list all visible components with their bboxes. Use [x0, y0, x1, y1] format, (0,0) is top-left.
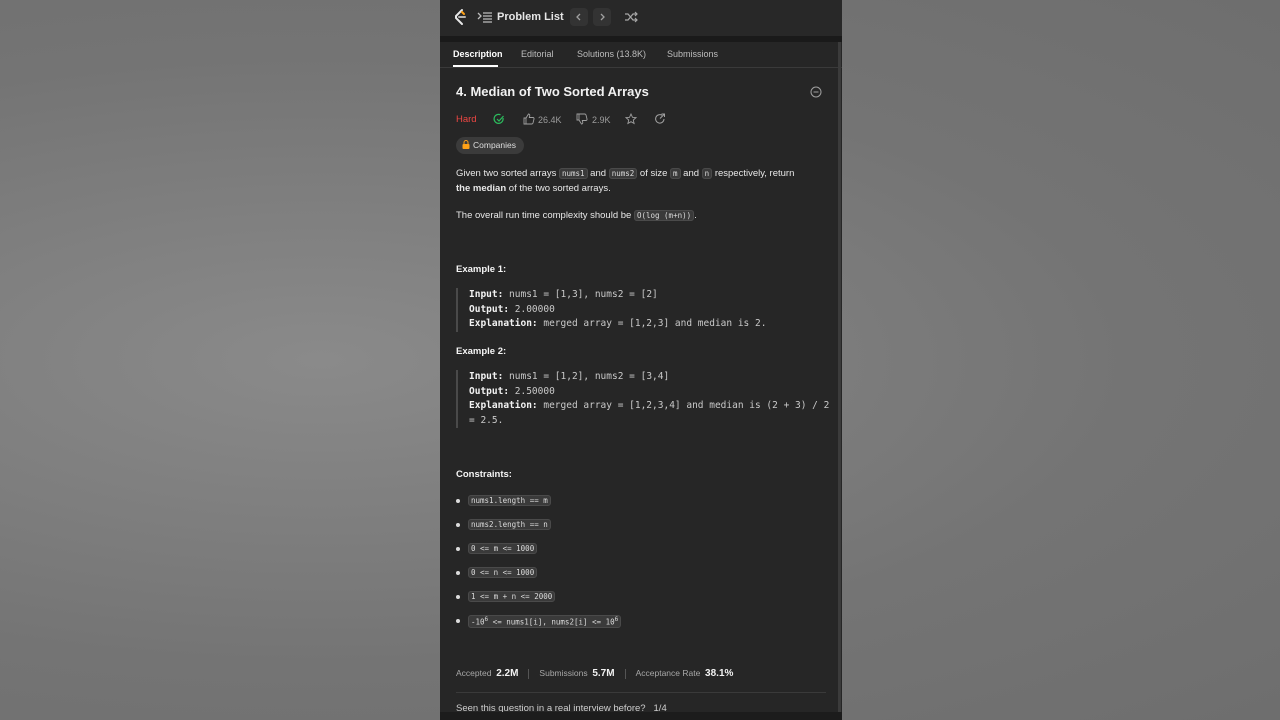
difficulty-badge: Hard [456, 114, 477, 125]
desc-text: of size [637, 168, 671, 179]
dislikes-count: 2.9K [592, 115, 611, 125]
tab-bar: Description Editorial Solutions (13.8K) … [440, 42, 842, 68]
constraints-heading: Constraints: [456, 469, 512, 480]
problem-list-link[interactable]: Problem List [497, 11, 564, 23]
example-2-block: Input: nums1 = [1,2], nums2 = [3,4] Outp… [456, 370, 839, 428]
constraint-text: <= nums1[i], nums2[i] <= 10 [488, 617, 615, 627]
bottom-bar [440, 712, 842, 720]
chevron-right-icon [600, 13, 605, 21]
problem-description: Given two sorted arrays nums1 and nums2 … [456, 166, 826, 196]
list-icon[interactable] [477, 9, 493, 25]
accepted-value: 2.2M [496, 668, 519, 679]
desc-text: and [680, 168, 702, 179]
output-value: 2.00000 [509, 303, 555, 315]
scrollbar[interactable] [838, 42, 841, 712]
inline-code: nums1 [558, 168, 588, 179]
problem-panel: Problem List Description Editorial Solut… [440, 0, 842, 720]
output-value: 2.50000 [509, 385, 555, 397]
desc-text: . [694, 210, 697, 221]
desc-text: of the two sorted arrays. [506, 183, 611, 194]
companies-chip[interactable]: Companies [456, 137, 524, 154]
tab-description[interactable]: Description [453, 49, 503, 59]
stats-row: Accepted 2.2M Submissions 5.7M Acceptance … [456, 668, 826, 682]
complexity-note: The overall run time complexity should b… [456, 208, 826, 223]
exponent: 6 [614, 616, 619, 623]
stat-divider [624, 668, 626, 679]
submissions-value: 5.7M [592, 668, 615, 679]
acceptance-rate-value: 38.1% [705, 668, 734, 679]
explanation-value: merged array = [1,2,3] and median is 2. [537, 318, 767, 329]
lock-icon [462, 140, 470, 149]
stat-divider [528, 668, 530, 679]
constraint-code: 0 <= m <= 1000 [468, 543, 538, 554]
constraint-code: nums1.length == m [468, 495, 551, 506]
top-bar: Problem List [440, 0, 842, 36]
output-label: Output: [469, 303, 510, 315]
chevron-left-icon [576, 13, 581, 21]
inline-code: nums2 [608, 168, 638, 179]
constraint-code: 0 <= n <= 1000 [468, 567, 538, 578]
prev-problem-button[interactable] [570, 8, 588, 26]
leetcode-logo-icon[interactable] [451, 8, 469, 26]
constraint-text: -10 [471, 617, 485, 627]
next-problem-button[interactable] [593, 8, 611, 26]
desc-text: respectively, return [712, 168, 795, 179]
input-value: nums1 = [1,3], nums2 = [2] [503, 289, 658, 300]
bullet [456, 547, 460, 551]
input-label: Input: [469, 289, 504, 300]
explanation-label: Explanation: [469, 400, 538, 411]
desc-bold: the median [456, 183, 507, 194]
tab-solutions[interactable]: Solutions (13.8K) [577, 49, 646, 59]
bullet [456, 499, 460, 503]
input-label: Input: [469, 371, 504, 382]
likes-count: 26.4K [538, 115, 562, 125]
desc-text: The overall run time complexity should b… [456, 210, 634, 221]
constraint-code: -106 <= nums1[i], nums2[i] <= 106 [468, 615, 622, 628]
companies-label: Companies [473, 140, 516, 150]
example-1-heading: Example 1: [456, 264, 507, 275]
active-tab-indicator [453, 65, 498, 67]
submissions-label: Submissions [539, 668, 588, 678]
desc-text: Given two sorted arrays [456, 168, 559, 179]
thumbs-down-icon[interactable] [576, 113, 588, 125]
input-value: nums1 = [1,2], nums2 = [3,4] [503, 371, 670, 382]
bullet [456, 523, 460, 527]
example-2-heading: Example 2: [456, 346, 507, 357]
bullet [456, 619, 460, 623]
solved-check-icon [493, 113, 504, 124]
bullet [456, 595, 460, 599]
accepted-label: Accepted [456, 668, 492, 678]
inline-code: O(log (m+n)) [633, 210, 695, 221]
shuffle-icon[interactable] [624, 10, 638, 24]
bullet [456, 571, 460, 575]
constraint-code: nums2.length == n [468, 519, 551, 530]
problem-title: 4. Median of Two Sorted Arrays [456, 84, 649, 99]
desc-text: and [587, 168, 609, 179]
example-1-block: Input: nums1 = [1,3], nums2 = [2] Output… [456, 288, 839, 332]
explanation-label: Explanation: [469, 318, 538, 329]
tab-submissions[interactable]: Submissions [667, 49, 718, 59]
divider [456, 692, 826, 693]
inline-code: n [701, 168, 713, 179]
output-label: Output: [469, 385, 510, 397]
inline-code: m [670, 168, 681, 179]
share-icon[interactable] [654, 113, 666, 125]
more-options-icon[interactable] [810, 86, 822, 98]
acceptance-rate-label: Acceptance Rate [635, 668, 701, 678]
star-icon[interactable] [625, 113, 637, 125]
tab-editorial[interactable]: Editorial [521, 49, 554, 59]
constraint-code: 1 <= m + n <= 2000 [468, 591, 556, 602]
thumbs-up-icon[interactable] [523, 113, 535, 125]
